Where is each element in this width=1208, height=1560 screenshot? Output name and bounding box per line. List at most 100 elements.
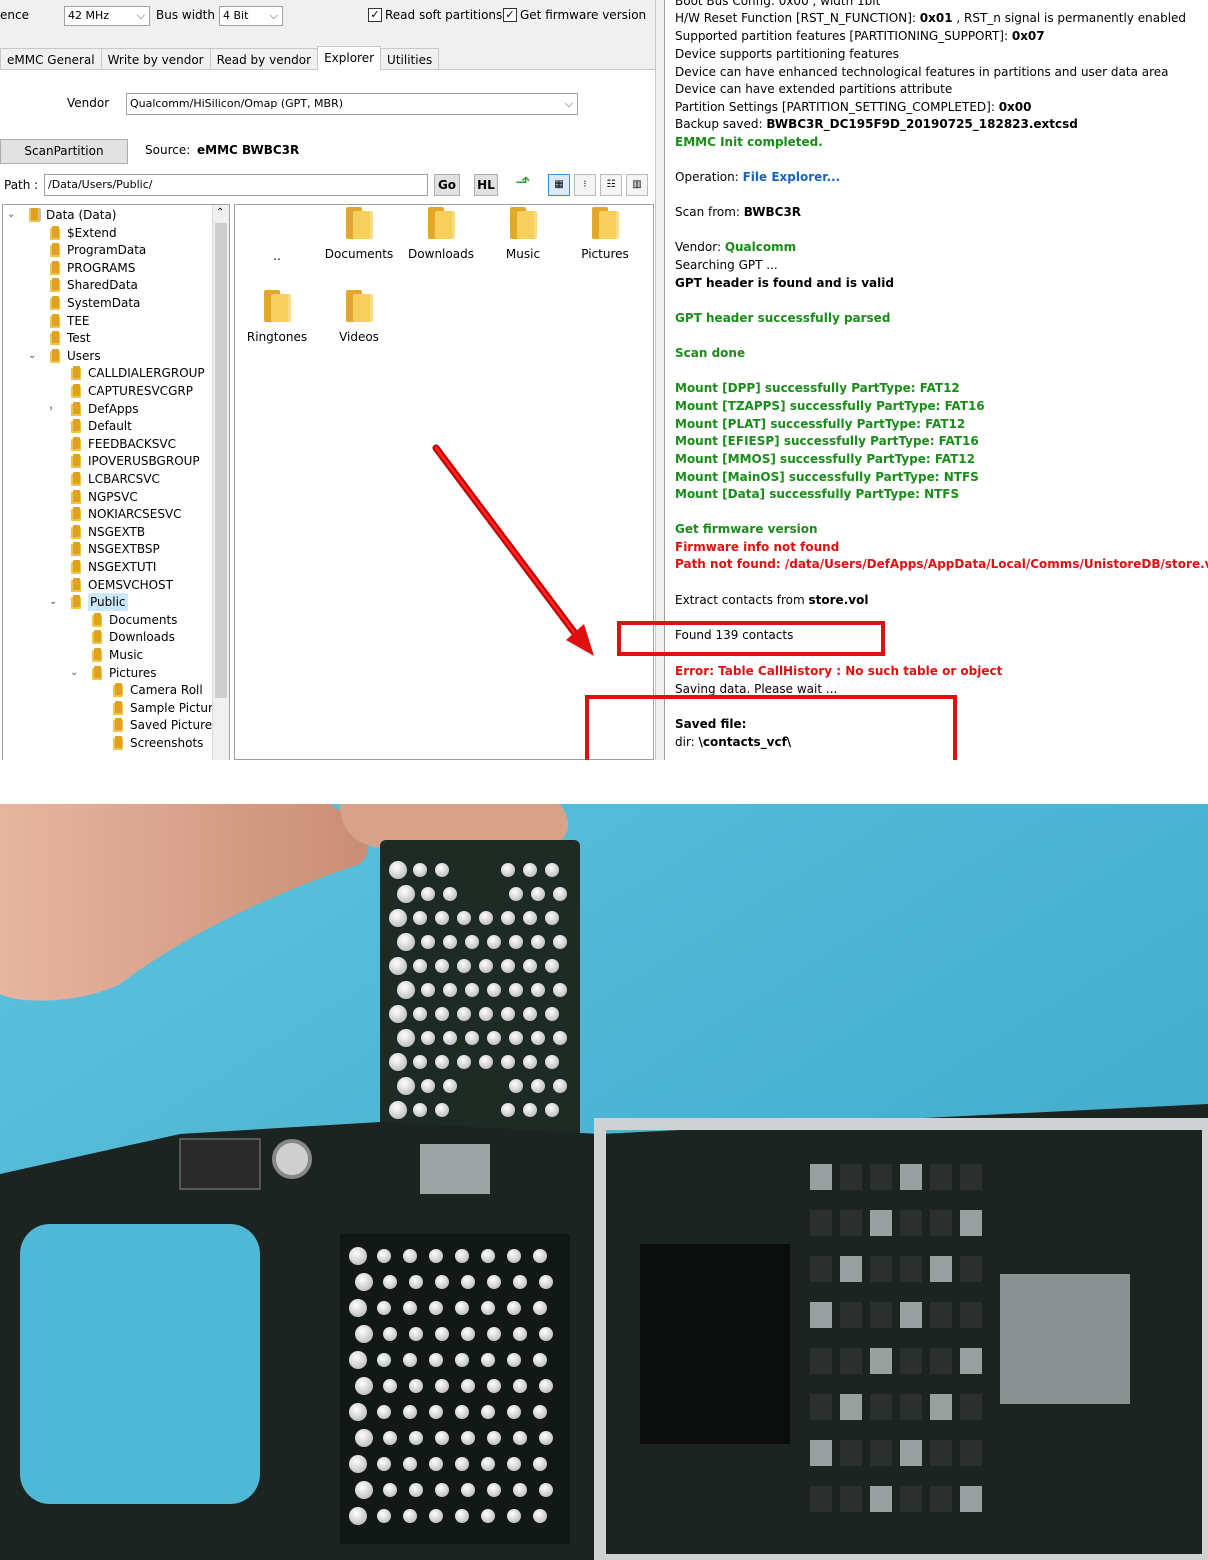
- solder-ball: [443, 1031, 457, 1045]
- solder-ball: [397, 933, 415, 951]
- solder-pad: [383, 1379, 397, 1393]
- solder-pad: [533, 1457, 547, 1471]
- solder-pad: [487, 1327, 501, 1341]
- solder-pad: [435, 1327, 449, 1341]
- solder-pad: [429, 1457, 443, 1471]
- smd-part: [840, 1486, 862, 1512]
- solder-ball: [457, 1055, 471, 1069]
- solder-ball: [435, 1007, 449, 1021]
- solder-pad: [409, 1379, 423, 1393]
- solder-ball: [479, 1007, 493, 1021]
- solder-ball: [443, 935, 457, 949]
- solder-pad: [383, 1275, 397, 1289]
- solder-ball: [545, 863, 559, 877]
- large-ic: [640, 1244, 790, 1444]
- smd-part: [870, 1440, 892, 1466]
- smd-part: [960, 1302, 982, 1328]
- solder-ball: [553, 887, 567, 901]
- smd-part: [960, 1164, 982, 1190]
- smd-part: [840, 1164, 862, 1190]
- smd-part: [930, 1256, 952, 1282]
- smd-part: [870, 1302, 892, 1328]
- smd-part: [930, 1210, 952, 1236]
- solder-pad: [349, 1247, 367, 1265]
- tab-explorer[interactable]: Explorer: [317, 46, 382, 70]
- chip-footprint: [340, 1234, 570, 1544]
- smd-part: [870, 1210, 892, 1236]
- solder-ball: [421, 935, 435, 949]
- smd-part: [810, 1210, 832, 1236]
- solder-pad: [533, 1405, 547, 1419]
- solder-pad: [429, 1249, 443, 1263]
- smd-part: [960, 1210, 982, 1236]
- solder-ball: [545, 911, 559, 925]
- smd-part: [810, 1302, 832, 1328]
- solder-pad: [481, 1457, 495, 1471]
- solder-ball: [523, 1055, 537, 1069]
- solder-pad: [481, 1353, 495, 1367]
- solder-ball: [413, 863, 427, 877]
- solder-ball: [531, 1031, 545, 1045]
- solder-ball: [435, 1103, 449, 1117]
- solder-ball: [479, 959, 493, 973]
- solder-ball: [501, 863, 515, 877]
- smd-part: [840, 1302, 862, 1328]
- solder-pad: [461, 1483, 475, 1497]
- solder-pad: [513, 1327, 527, 1341]
- solder-ball: [501, 1007, 515, 1021]
- solder-ball: [487, 983, 501, 997]
- solder-pad: [435, 1275, 449, 1289]
- solder-pad: [539, 1483, 553, 1497]
- smd-part: [900, 1302, 922, 1328]
- smd-part: [930, 1164, 952, 1190]
- smd-part: [930, 1302, 952, 1328]
- solder-ball: [523, 863, 537, 877]
- solder-pad: [513, 1431, 527, 1445]
- smd-part: [840, 1348, 862, 1374]
- solder-pad: [355, 1481, 373, 1499]
- solder-pad: [481, 1301, 495, 1315]
- solder-pad: [487, 1483, 501, 1497]
- solder-pad: [507, 1509, 521, 1523]
- solder-pad: [513, 1379, 527, 1393]
- red-arrow-highlight: [434, 446, 582, 642]
- solder-ball: [435, 959, 449, 973]
- solder-pad: [429, 1405, 443, 1419]
- solder-ball: [465, 1031, 479, 1045]
- solder-ball: [509, 1079, 523, 1093]
- ic-component: [420, 1144, 490, 1194]
- solder-ball: [389, 861, 407, 879]
- smd-part: [870, 1486, 892, 1512]
- smd-part: [810, 1164, 832, 1190]
- solder-pad: [539, 1431, 553, 1445]
- solder-pad: [409, 1483, 423, 1497]
- smd-part: [960, 1440, 982, 1466]
- solder-pad: [403, 1405, 417, 1419]
- solder-pad: [349, 1351, 367, 1369]
- solder-pad: [481, 1249, 495, 1263]
- smd-part: [870, 1256, 892, 1282]
- solder-pad: [487, 1275, 501, 1289]
- smd-part: [810, 1440, 832, 1466]
- solder-pad: [539, 1379, 553, 1393]
- smd-part: [900, 1440, 922, 1466]
- solder-pad: [507, 1405, 521, 1419]
- solder-ball: [413, 1007, 427, 1021]
- solder-ball: [389, 957, 407, 975]
- solder-ball: [397, 981, 415, 999]
- solder-ball: [501, 1103, 515, 1117]
- solder-pad: [383, 1431, 397, 1445]
- pcb-photo: [0, 804, 1208, 1560]
- solder-ball: [523, 911, 537, 925]
- smd-part: [870, 1164, 892, 1190]
- solder-pad: [539, 1275, 553, 1289]
- smd-part: [810, 1348, 832, 1374]
- highlight-box-saved-file: [585, 695, 957, 760]
- solder-pad: [403, 1249, 417, 1263]
- solder-ball: [421, 1079, 435, 1093]
- solder-ball: [553, 1079, 567, 1093]
- solder-pad: [349, 1403, 367, 1421]
- smd-part: [840, 1210, 862, 1236]
- smd-part: [930, 1440, 952, 1466]
- solder-ball: [501, 1055, 515, 1069]
